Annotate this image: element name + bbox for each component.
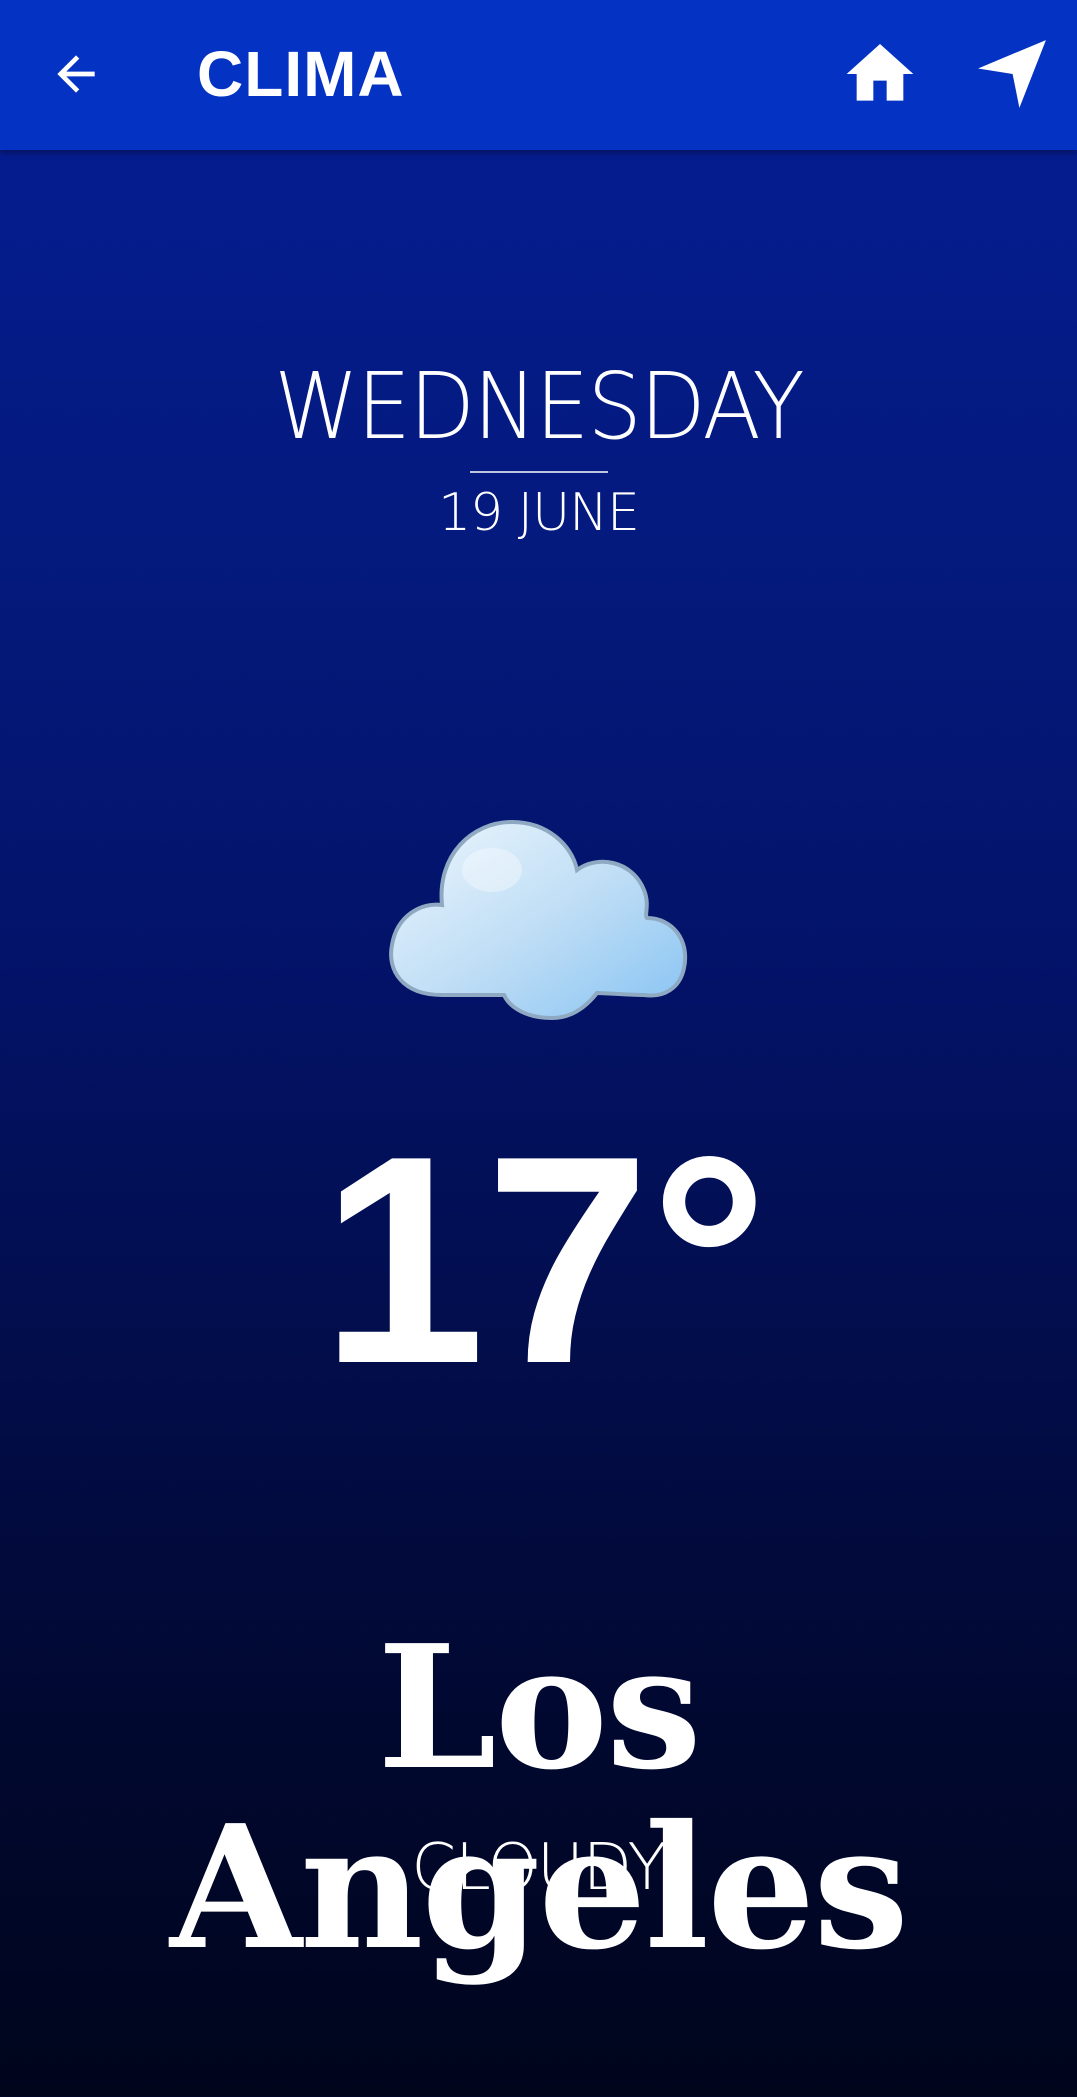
app-title: CLIMA — [197, 38, 405, 110]
date-text: 19 JUNE — [438, 483, 640, 543]
home-button[interactable] — [840, 34, 920, 114]
date-divider — [470, 471, 608, 473]
temperature: 17° — [320, 1094, 769, 1425]
city-name: Los Angeles — [170, 1608, 909, 1988]
location-button[interactable] — [972, 34, 1052, 114]
cloud-icon — [389, 819, 688, 1020]
back-button[interactable] — [40, 38, 112, 110]
weather-condition: CLOUDY — [411, 1831, 666, 1905]
navigation-arrow-icon — [978, 40, 1046, 108]
home-icon — [846, 44, 914, 101]
app-bar: CLIMA — [0, 0, 1077, 150]
day-name: WEDNESDAY — [274, 353, 805, 460]
arrow-left-icon — [57, 55, 95, 93]
